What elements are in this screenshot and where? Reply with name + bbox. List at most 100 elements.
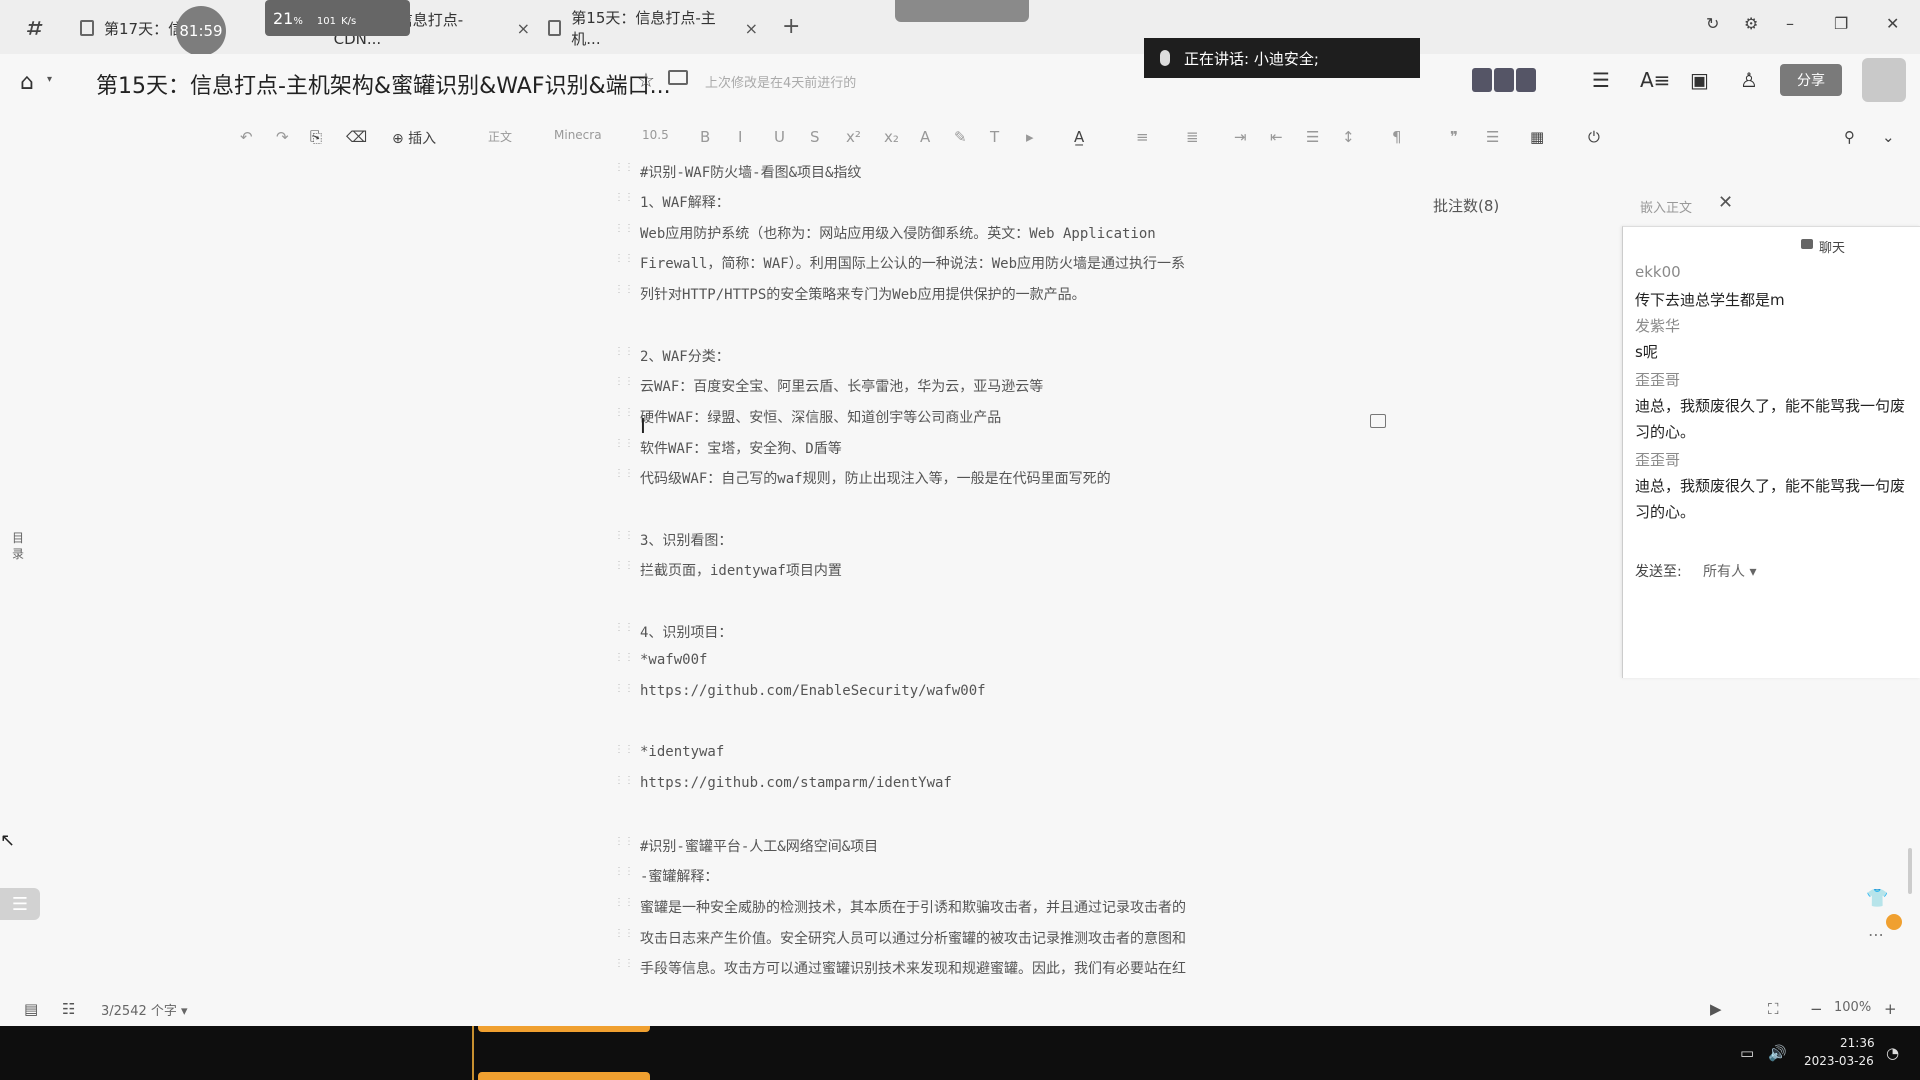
comments-count[interactable]: 批注数(8) xyxy=(1433,195,1499,216)
font-icon[interactable]: A≡ xyxy=(1640,68,1670,92)
bold-icon[interactable]: B xyxy=(700,128,710,146)
drag-handle-icon[interactable]: ⋮⋮ xyxy=(614,192,634,203)
document-paragraph[interactable]: ⋮⋮ Firewall，简称：WAF）。利用国际上公认的一种说法：Web应用防火墙… xyxy=(614,253,1185,277)
document-paragraph[interactable]: ⋮⋮ 4、识别项目： xyxy=(614,622,732,646)
star-icon[interactable]: ☆ xyxy=(637,68,655,92)
drag-handle-icon[interactable]: ⋮⋮ xyxy=(614,560,634,571)
scrollbar[interactable] xyxy=(1908,848,1912,894)
document-paragraph[interactable]: ⋮⋮ -蜜罐解释： xyxy=(614,866,718,890)
document-paragraph[interactable]: ⋮⋮ 列针对HTTP/HTTPS的安全策略来专门为Web应用提供保护的一款产品。 xyxy=(614,284,1086,308)
font-select[interactable]: Minecra xyxy=(554,128,602,142)
drag-handle-icon[interactable]: ⋮⋮ xyxy=(614,284,634,295)
drag-handle-icon[interactable]: ⋮⋮ xyxy=(614,775,634,786)
document-paragraph[interactable]: ⋮⋮ https://github.com/EnableSecurity/wafw… xyxy=(614,683,986,707)
document-paragraph[interactable]: ⋮⋮ Web应用防护系统（也称为：网站应用级入侵防御系统。英文：Web Appli… xyxy=(614,223,1156,247)
drag-handle-icon[interactable]: ⋮⋮ xyxy=(614,622,634,633)
document-paragraph[interactable]: ⋮⋮ 3、识别看图： xyxy=(614,530,732,554)
drag-handle-icon[interactable]: ⋮⋮ xyxy=(614,468,634,479)
volume-icon[interactable]: 🔊 xyxy=(1768,1044,1787,1062)
toc-toggle[interactable]: 目录 xyxy=(12,530,26,562)
drag-handle-icon[interactable]: ⋮⋮ xyxy=(614,438,634,449)
taskbar-app[interactable] xyxy=(478,1072,650,1080)
add-comment-icon[interactable] xyxy=(1370,414,1386,428)
document-paragraph[interactable]: ⋮⋮ 攻击日志来产生价值。安全研究人员可以通过分析蜜罐的被攻击记录推测攻击者的意图… xyxy=(614,928,1186,952)
drag-handle-icon[interactable]: ⋮⋮ xyxy=(614,958,634,969)
document-paragraph[interactable]: ⋮⋮ *wafw00f xyxy=(614,652,707,676)
align-icon[interactable]: ☰ xyxy=(1306,128,1319,146)
close-window-icon[interactable]: ✕ xyxy=(1886,14,1899,33)
document-title[interactable]: 第15天：信息打点-主机架构&蜜罐识别&WAF识别&端口... xyxy=(96,68,671,100)
close-icon[interactable]: × xyxy=(517,19,530,38)
list-icon[interactable]: ≡ xyxy=(1136,128,1149,146)
drag-handle-icon[interactable]: ⋮⋮ xyxy=(614,836,634,847)
new-tab-button[interactable]: + xyxy=(782,14,800,39)
clear-format-icon[interactable]: T xyxy=(990,128,999,146)
notification-icon[interactable]: ◔ xyxy=(1886,1044,1899,1062)
chevron-down-icon[interactable]: ▾ xyxy=(47,74,52,85)
divider-icon[interactable]: ☰ xyxy=(1486,128,1499,146)
settings-icon[interactable]: ⚙ xyxy=(1744,14,1758,33)
eraser-icon[interactable]: ⌫ xyxy=(346,128,367,146)
highlight-icon[interactable]: ✎ xyxy=(954,128,967,146)
restore-icon[interactable]: ❐ xyxy=(1834,14,1848,33)
layout-icon[interactable]: ☷ xyxy=(62,1000,75,1018)
present-icon[interactable]: ▣ xyxy=(1690,68,1709,92)
document-paragraph[interactable]: ⋮⋮ #识别-WAF防火墙-看图&项目&指纹 xyxy=(614,162,861,186)
document-paragraph[interactable]: ⋮⋮ 2、WAF分类： xyxy=(614,346,730,370)
text-style-icon[interactable]: A̲ xyxy=(1074,128,1084,146)
page-view-icon[interactable]: ▤ xyxy=(24,1000,38,1018)
drag-handle-icon[interactable]: ⋮⋮ xyxy=(614,744,634,755)
document-paragraph[interactable]: ⋮⋮ #识别-蜜罐平台-人工&网络空间&项目 xyxy=(614,836,878,860)
drag-handle-icon[interactable]: ⋮⋮ xyxy=(614,407,634,418)
clock-date[interactable]: 2023-03-26 xyxy=(1804,1054,1874,1068)
drag-handle-icon[interactable]: ⋮⋮ xyxy=(614,376,634,387)
drag-handle-icon[interactable]: ⋮⋮ xyxy=(614,223,634,234)
drag-handle-icon[interactable]: ⋮⋮ xyxy=(614,162,634,173)
document-paragraph[interactable]: ⋮⋮ 硬件WAF：绿盟、安恒、深信服、知道创宇等公司商业产品 xyxy=(614,407,1001,431)
minimize-icon[interactable]: – xyxy=(1786,14,1794,33)
zoom-in-icon[interactable]: + xyxy=(1884,1000,1897,1018)
superscript-icon[interactable]: x² xyxy=(846,128,861,146)
strikethrough-icon[interactable]: S xyxy=(810,128,820,146)
drag-handle-icon[interactable]: ⋮⋮ xyxy=(614,652,634,663)
document-paragraph[interactable]: ⋮⋮ 代码级WAF：自己写的waf规则，防止出现注入等，一般是在代码里面写死的 xyxy=(614,468,1111,492)
plugin-icon[interactable]: ⏻ xyxy=(1588,128,1600,146)
table-icon[interactable]: ▦ xyxy=(1530,128,1544,146)
underline-icon[interactable]: U xyxy=(774,128,785,146)
redo-icon[interactable]: ↷ xyxy=(276,128,289,146)
document-paragraph[interactable]: ⋮⋮ 手段等信息。攻击方可以通过蜜罐识别技术来发现和规避蜜罐。因此，我们有必要站在… xyxy=(614,958,1186,982)
close-icon[interactable]: ✕ xyxy=(1718,192,1733,213)
fullscreen-icon[interactable]: ⛶ xyxy=(1768,1000,1779,1018)
chevron-down-icon[interactable]: ⌄ xyxy=(1882,128,1895,146)
app-logo-icon[interactable]: ⌗ xyxy=(26,14,54,42)
drag-handle-icon[interactable]: ⋮⋮ xyxy=(614,897,634,908)
format-painter-icon[interactable]: ⎘ xyxy=(310,128,322,146)
outdent-icon[interactable]: ⇤ xyxy=(1270,128,1283,146)
document-paragraph[interactable]: ⋮⋮ 蜜罐是一种安全威胁的检测技术，其本质在于引诱和欺骗攻击者，并且通过记录攻击者… xyxy=(614,897,1186,921)
embed-label[interactable]: 嵌入正文 xyxy=(1640,197,1692,216)
numbered-list-icon[interactable]: ≣ xyxy=(1186,128,1199,146)
avatar[interactable] xyxy=(1862,58,1906,102)
insert-button[interactable]: ⊕ 插入 xyxy=(392,128,436,148)
font-size-select[interactable]: 10.5 xyxy=(642,128,669,142)
document-paragraph[interactable]: ⋮⋮ 1、WAF解释： xyxy=(614,192,730,216)
arrow-icon[interactable]: ▸ xyxy=(1026,128,1034,146)
more-icon[interactable]: ⋯ xyxy=(1868,925,1884,944)
indent-icon[interactable]: ⇥ xyxy=(1234,128,1247,146)
menu-icon[interactable]: ☰ xyxy=(1592,68,1610,92)
drag-handle-icon[interactable]: ⋮⋮ xyxy=(614,253,634,264)
document-paragraph[interactable]: ⋮⋮ 软件WAF：宝塔，安全狗、D盾等 xyxy=(614,438,842,462)
drag-handle-icon[interactable]: ⋮⋮ xyxy=(614,346,634,357)
home-icon[interactable]: ⌂ xyxy=(20,70,34,95)
drag-handle-icon[interactable]: ⋮⋮ xyxy=(614,866,634,877)
drag-handle-icon[interactable]: ⋮⋮ xyxy=(614,530,634,541)
play-icon[interactable]: ▶ xyxy=(1710,1000,1722,1018)
document-paragraph[interactable]: ⋮⋮ https://github.com/stamparm/identYwaf xyxy=(614,775,952,799)
paragraph-icon[interactable]: ¶ xyxy=(1392,128,1402,146)
document-paragraph[interactable]: ⋮⋮ 云WAF：百度安全宝、阿里云盾、长亭雷池，华为云，亚马逊云等 xyxy=(614,376,1043,400)
shirt-icon[interactable]: 👕 xyxy=(1866,888,1888,909)
outline-button[interactable]: ☰ xyxy=(0,888,40,920)
taskbar-app[interactable] xyxy=(478,1026,650,1032)
italic-icon[interactable]: I xyxy=(738,128,742,146)
network-icon[interactable]: ▭ xyxy=(1740,1044,1754,1062)
